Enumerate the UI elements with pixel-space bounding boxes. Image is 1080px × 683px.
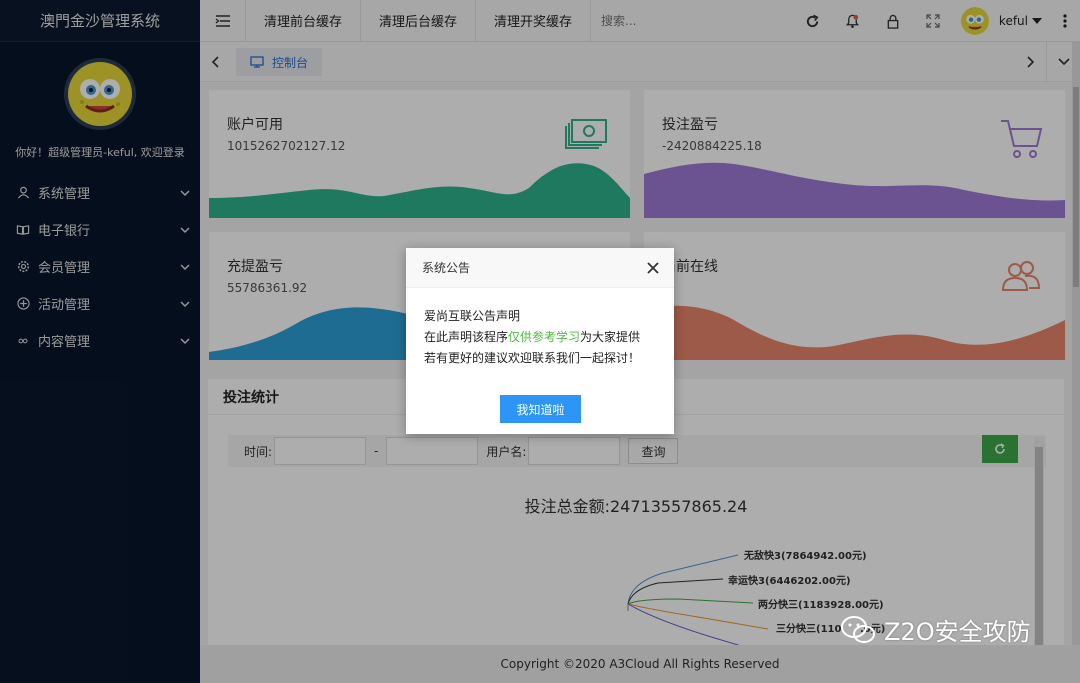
dialog-title: 系统公告 xyxy=(422,261,471,275)
dialog-line: 若有更好的建议欢迎联系我们一起探讨！ xyxy=(424,351,641,365)
dialog-highlight: 仅供参考学习 xyxy=(508,330,581,344)
dialog-line: 爱尚互联公告声明 xyxy=(424,309,521,323)
acknowledge-button[interactable]: 我知道啦 xyxy=(500,395,581,423)
watermark-text: Z2O安全攻防 xyxy=(884,618,1031,646)
dialog-header: 系统公告 xyxy=(406,248,674,288)
watermark: Z2O安全攻防 xyxy=(840,612,1031,647)
close-icon[interactable] xyxy=(646,261,660,275)
wechat-icon xyxy=(841,615,875,643)
dialog-line: 在此声明该程序仅供参考学习为大家提供 xyxy=(424,330,641,344)
dialog-body: 爱尚互联公告声明 在此声明该程序仅供参考学习为大家提供 若有更好的建议欢迎联系我… xyxy=(406,288,674,369)
announcement-dialog: 系统公告 爱尚互联公告声明 在此声明该程序仅供参考学习为大家提供 若有更好的建议… xyxy=(406,248,674,434)
